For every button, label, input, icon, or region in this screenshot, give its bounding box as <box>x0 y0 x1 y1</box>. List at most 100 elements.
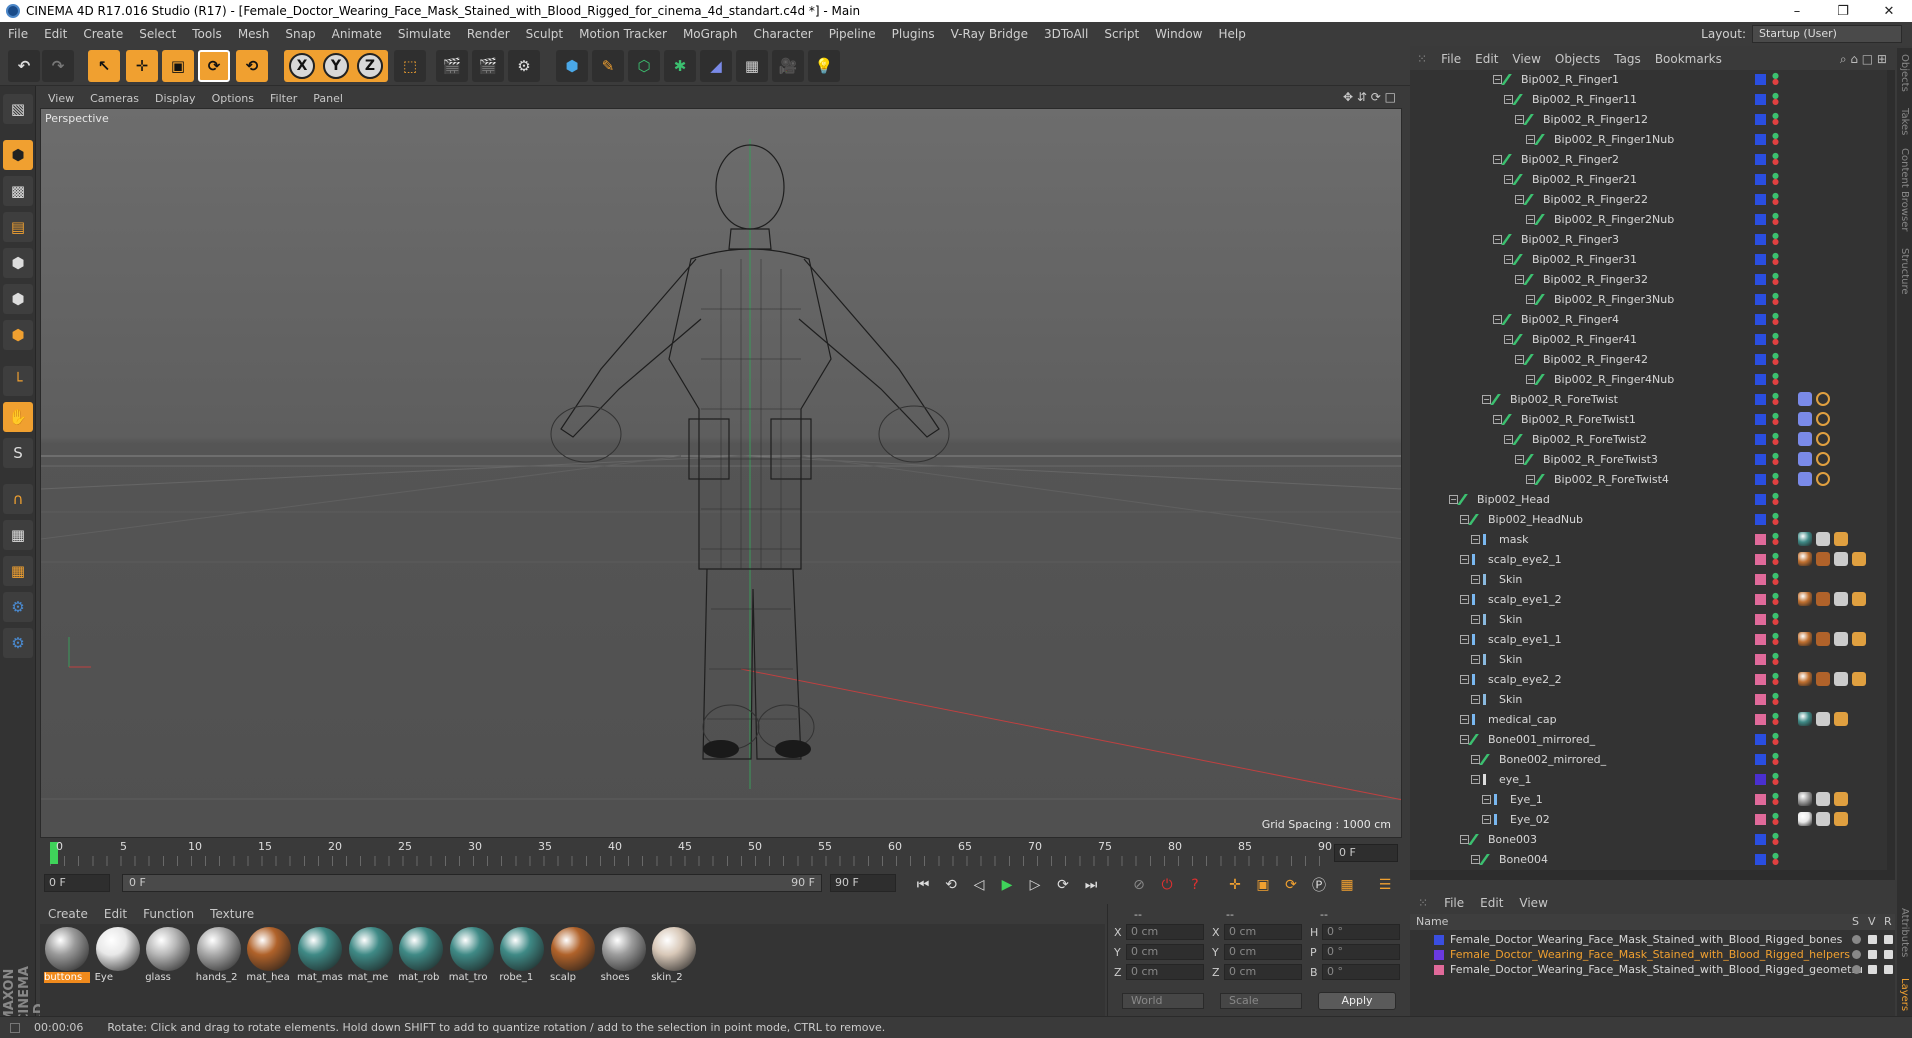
object-row[interactable]: − Bip002_R_Finger2 ● ● <box>1410 150 1886 170</box>
expand-toggle-icon[interactable]: − <box>1460 715 1469 724</box>
expand-toggle-icon[interactable]: − <box>1449 495 1458 504</box>
visibility-dots-icon[interactable]: ● ● <box>1772 512 1779 526</box>
object-row[interactable]: − Bone004 ● ● <box>1410 850 1886 870</box>
prev-frame-icon[interactable]: ◁ <box>968 874 990 896</box>
camera-icon[interactable]: 🎥 <box>772 50 804 82</box>
menu-snap[interactable]: Snap <box>277 27 323 41</box>
position-z-field[interactable]: 0 cm <box>1126 964 1204 980</box>
visibility-dots-icon[interactable]: ● ● <box>1772 752 1779 766</box>
object-row[interactable]: − scalp_eye1_1 ● ● <box>1410 630 1886 650</box>
expand-toggle-icon[interactable]: − <box>1471 615 1480 624</box>
y-axis-lock-button[interactable]: Y <box>323 53 349 79</box>
layer-row[interactable]: Female_Doctor_Wearing_Face_Mask_Stained_… <box>1410 932 1893 947</box>
menu-3dtoall[interactable]: 3DToAll <box>1036 27 1096 41</box>
expand-toggle-icon[interactable]: − <box>1471 775 1480 784</box>
expand-toggle-icon[interactable]: − <box>1493 415 1502 424</box>
expand-toggle-icon[interactable]: − <box>1471 535 1480 544</box>
expand-toggle-icon[interactable]: − <box>1526 375 1535 384</box>
next-key-icon[interactable]: ⟳ <box>1052 874 1074 896</box>
menu-window[interactable]: Window <box>1147 27 1210 41</box>
layer-color-icon[interactable] <box>1755 274 1766 285</box>
layout-dropdown[interactable]: Startup (User) <box>1752 25 1902 43</box>
x-axis-lock-button[interactable]: X <box>289 53 315 79</box>
tweak-mode-icon[interactable]: ✋ <box>3 402 33 432</box>
prev-key-icon[interactable]: ⟲ <box>940 874 962 896</box>
layer-color-icon[interactable] <box>1755 674 1766 685</box>
layer-menu-view[interactable]: View <box>1511 896 1555 910</box>
maximize-button[interactable]: ❐ <box>1820 0 1866 22</box>
layer-render-toggle-icon[interactable] <box>1884 950 1893 959</box>
axis-mode-icon[interactable]: └ <box>3 366 33 396</box>
viewport-menu-options[interactable]: Options <box>204 92 262 105</box>
workplane-lock-icon[interactable]: ▦ <box>3 520 33 550</box>
object-tag-icon[interactable] <box>1816 632 1830 646</box>
object-tag-icon[interactable] <box>1798 432 1812 446</box>
visibility-dots-icon[interactable]: ● ● <box>1772 392 1779 406</box>
timeline-ruler[interactable]: 0 5 10 15 20 25 30 35 40 45 50 55 60 65 … <box>40 840 1402 868</box>
object-row[interactable]: − Bip002_R_Finger4 ● ● <box>1410 310 1886 330</box>
menu-script[interactable]: Script <box>1096 27 1147 41</box>
layer-visible-toggle-icon[interactable] <box>1868 950 1877 959</box>
menu-create[interactable]: Create <box>75 27 131 41</box>
move-icon[interactable]: ✛ <box>126 50 158 82</box>
object-row[interactable]: − Skin ● ● <box>1410 610 1886 630</box>
object-tag-icon[interactable] <box>1816 592 1830 606</box>
viewport-menu-filter[interactable]: Filter <box>262 92 305 105</box>
om-menu-edit[interactable]: Edit <box>1468 52 1505 66</box>
object-row[interactable]: − Bip002_R_Finger31 ● ● <box>1410 250 1886 270</box>
om-menu-view[interactable]: View <box>1505 52 1547 66</box>
object-tag-icon[interactable] <box>1816 812 1830 826</box>
material-swatch[interactable]: mat_me <box>348 926 394 986</box>
start-frame-field[interactable]: 0 F <box>44 874 110 892</box>
object-tag-icon[interactable] <box>1834 552 1848 566</box>
menu-help[interactable]: Help <box>1210 27 1253 41</box>
menu-mesh[interactable]: Mesh <box>230 27 278 41</box>
material-swatch[interactable]: glass <box>145 926 191 986</box>
size-y-field[interactable]: 0 cm <box>1224 944 1302 960</box>
object-tag-icon[interactable] <box>1816 432 1830 446</box>
visibility-dots-icon[interactable]: ● ● <box>1772 532 1779 546</box>
object-tag-icon[interactable] <box>1816 472 1830 486</box>
layer-color-icon[interactable] <box>1755 534 1766 545</box>
redo-icon[interactable]: ↷ <box>42 50 74 82</box>
layer-color-icon[interactable] <box>1755 394 1766 405</box>
object-tag-icon[interactable] <box>1798 552 1812 566</box>
visibility-dots-icon[interactable]: ● ● <box>1772 772 1779 786</box>
visibility-dots-icon[interactable]: ● ● <box>1772 552 1779 566</box>
object-tag-icon[interactable] <box>1852 592 1866 606</box>
layer-color-icon[interactable] <box>1755 434 1766 445</box>
material-swatch[interactable]: hands_2 <box>196 926 242 986</box>
edges-mode-icon[interactable]: ⬢ <box>3 284 33 314</box>
layer-visible-toggle-icon[interactable] <box>1868 935 1877 944</box>
expand-toggle-icon[interactable]: − <box>1460 515 1469 524</box>
expand-toggle-icon[interactable]: − <box>1504 335 1513 344</box>
visibility-dots-icon[interactable]: ● ● <box>1772 812 1779 826</box>
snap-icon[interactable]: ∩ <box>3 484 33 514</box>
layer-color-icon[interactable] <box>1755 414 1766 425</box>
layer-color-icon[interactable] <box>1755 114 1766 125</box>
rotate-icon[interactable]: ⟳ <box>198 50 230 82</box>
layer-color-icon[interactable] <box>1755 334 1766 345</box>
material-swatch[interactable]: mat_rob <box>398 926 444 986</box>
visibility-dots-icon[interactable]: ● ● <box>1772 372 1779 386</box>
pen-spline-icon[interactable]: ✎ <box>592 50 624 82</box>
material-swatch[interactable]: scalp <box>550 926 596 986</box>
menu-plugins[interactable]: Plugins <box>884 27 943 41</box>
material-swatch[interactable]: Eye <box>95 926 141 986</box>
layer-color-icon[interactable] <box>1755 654 1766 665</box>
visibility-dots-icon[interactable]: ● ● <box>1772 172 1779 186</box>
layer-color-icon[interactable] <box>1434 965 1444 975</box>
undo-icon[interactable]: ↶ <box>8 50 40 82</box>
object-row[interactable]: − Bip002_R_Finger2Nub ● ● <box>1410 210 1886 230</box>
layer-color-icon[interactable] <box>1755 374 1766 385</box>
recent-tool-icon[interactable]: ⟲ <box>236 50 268 82</box>
visibility-dots-icon[interactable]: ● ● <box>1772 652 1779 666</box>
layer-color-icon[interactable] <box>1755 814 1766 825</box>
object-tag-icon[interactable] <box>1798 532 1812 546</box>
object-tag-icon[interactable] <box>1834 592 1848 606</box>
tab-attributes[interactable]: Attributes <box>1899 908 1910 957</box>
menu-pipeline[interactable]: Pipeline <box>821 27 884 41</box>
layer-color-icon[interactable] <box>1755 354 1766 365</box>
solo-mode-icon[interactable]: S <box>3 438 33 468</box>
expand-toggle-icon[interactable]: − <box>1471 655 1480 664</box>
